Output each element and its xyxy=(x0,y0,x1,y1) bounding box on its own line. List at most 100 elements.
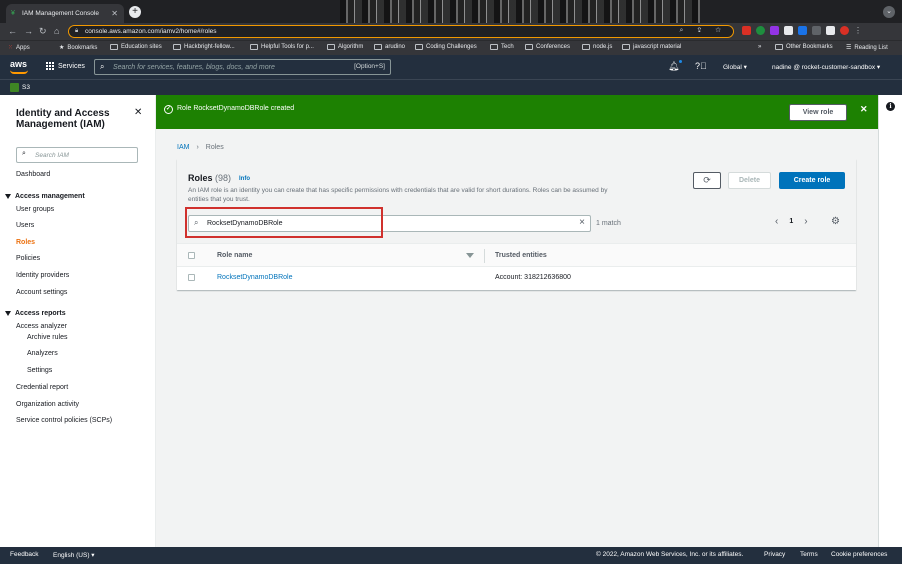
privacy-link[interactable]: Privacy xyxy=(764,551,785,558)
region-selector[interactable]: Global ▾ xyxy=(723,63,747,71)
profile-avatar[interactable] xyxy=(840,26,849,35)
create-role-button[interactable]: Create role xyxy=(779,172,845,189)
success-check-icon: ✓ xyxy=(164,105,173,114)
omnibox-actions-icon[interactable]: ⌕ ⇪ ☆ xyxy=(680,27,727,35)
sidebar-item-analyzers[interactable]: Analyzers xyxy=(27,350,58,357)
table-header: Role name Trusted entities xyxy=(177,243,856,267)
extensions-bar: ⋮ xyxy=(742,26,863,35)
puzzle-icon[interactable] xyxy=(826,26,835,35)
sidebar-item-scps[interactable]: Service control policies (SCPs) xyxy=(16,417,112,424)
bookmark-item[interactable]: Other Bookmarks xyxy=(775,44,833,50)
help-icon[interactable]: ?⃝ xyxy=(695,61,707,71)
iam-sidebar: Identity and Access Management (IAM) ✕ ⌕… xyxy=(0,95,156,547)
aws-footer: Feedback English (US) ▾ © 2022, Amazon W… xyxy=(0,547,902,564)
folder-icon xyxy=(173,44,181,50)
row-checkbox[interactable] xyxy=(188,274,195,281)
sidebar-item-users[interactable]: Users xyxy=(16,222,34,229)
sidebar-item-policies[interactable]: Policies xyxy=(16,255,40,262)
home-icon[interactable]: ⌂ xyxy=(54,26,59,36)
folder-icon xyxy=(374,44,382,50)
aws-logo[interactable]: aws xyxy=(10,59,28,74)
column-role-name[interactable]: Role name xyxy=(217,252,252,259)
sidebar-item-identity-providers[interactable]: Identity providers xyxy=(16,272,69,279)
extension-icon[interactable] xyxy=(770,26,779,35)
browser-tab-iam[interactable]: ¥ IAM Management Console ✕ xyxy=(6,4,124,23)
info-icon[interactable]: i xyxy=(886,102,895,111)
sidebar-search-input[interactable]: ⌕ Search IAM xyxy=(16,147,138,163)
address-bar[interactable]: 🔒︎ console.aws.amazon.com/iamv2/home#/ro… xyxy=(68,25,734,38)
close-icon[interactable]: ✕ xyxy=(134,107,142,118)
sidebar-item-settings[interactable]: Settings xyxy=(27,367,52,374)
url-text: console.aws.amazon.com/iamv2/home#/roles xyxy=(85,28,217,35)
info-link[interactable]: Info xyxy=(239,176,250,182)
tab-search-icon[interactable]: ⌄ xyxy=(883,6,895,18)
bookmark-item[interactable]: Algorithm xyxy=(327,44,363,50)
back-icon[interactable]: ← xyxy=(8,26,17,36)
search-icon: ⌕ xyxy=(100,62,105,71)
select-all-checkbox[interactable] xyxy=(188,252,195,259)
services-menu[interactable]: Services xyxy=(46,62,85,70)
terms-link[interactable]: Terms xyxy=(800,551,818,558)
chevron-right-icon[interactable]: › xyxy=(804,216,807,227)
folder-icon xyxy=(525,44,533,50)
role-name-link[interactable]: RocksetDynamoDBRole xyxy=(217,274,292,281)
bookmark-item[interactable]: Conferences xyxy=(525,44,570,50)
flash-message: Role RocksetDynamoDBRole created xyxy=(177,105,295,112)
dismiss-icon[interactable]: ✕ xyxy=(860,104,868,115)
bookmark-item[interactable]: javascript material xyxy=(622,44,681,50)
extension-icon[interactable] xyxy=(784,26,793,35)
more-bookmarks-icon[interactable]: » xyxy=(758,44,761,50)
sidebar-item-dashboard[interactable]: Dashboard xyxy=(16,171,50,178)
gear-icon[interactable]: ⚙ xyxy=(831,216,840,227)
breadcrumb-iam[interactable]: IAM xyxy=(177,144,189,151)
extension-icon[interactable] xyxy=(742,26,751,35)
sidebar-item-account-settings[interactable]: Account settings xyxy=(16,289,67,296)
bookmark-item[interactable]: ⁙ Apps xyxy=(8,44,30,52)
bell-icon[interactable]: 🔔︎ xyxy=(668,61,679,72)
favorite-s3[interactable]: S3 xyxy=(10,83,30,92)
bookmark-item[interactable]: Helpful Tools for p... xyxy=(250,44,314,50)
reload-icon[interactable]: ↻ xyxy=(39,26,47,37)
extension-icon[interactable] xyxy=(756,26,765,35)
bookmark-item[interactable]: Education sites xyxy=(110,44,162,50)
bookmark-item[interactable]: Coding Challenges xyxy=(415,44,477,50)
page-number[interactable]: 1 xyxy=(789,218,793,225)
cookie-preferences-link[interactable]: Cookie preferences xyxy=(831,551,887,558)
account-menu[interactable]: nadine @ rocket-customer-sandbox ▾ xyxy=(772,63,880,71)
table-row: RocksetDynamoDBRole Account: 31821263680… xyxy=(177,267,856,290)
chevron-left-icon[interactable]: ‹ xyxy=(775,216,778,227)
sidebar-section-access-management[interactable]: Access management xyxy=(5,193,85,200)
clear-icon[interactable]: × xyxy=(579,217,585,228)
sidebar-item-access-analyzer[interactable]: Access analyzer xyxy=(16,323,67,330)
bookmark-item[interactable]: ★ Bookmarks xyxy=(59,44,97,52)
sidebar-item-archive-rules[interactable]: Archive rules xyxy=(27,334,67,341)
column-trusted-entities[interactable]: Trusted entities xyxy=(495,252,547,259)
s3-icon xyxy=(10,83,19,92)
tab-close-icon[interactable]: ✕ xyxy=(111,9,118,18)
sidebar-title: Identity and Access Management (IAM) xyxy=(16,108,110,130)
success-flashbar: ✓ Role RocksetDynamoDBRole created View … xyxy=(156,95,878,129)
sidebar-item-credential-report[interactable]: Credential report xyxy=(16,384,68,391)
forward-icon[interactable]: → xyxy=(24,26,33,36)
bookmark-item[interactable]: node.js xyxy=(582,44,612,50)
copyright-text: © 2022, Amazon Web Services, Inc. or its… xyxy=(596,551,744,558)
language-selector[interactable]: English (US) ▾ xyxy=(53,551,95,559)
extension-icon[interactable] xyxy=(798,26,807,35)
bookmark-item[interactable]: arudino xyxy=(374,44,405,50)
refresh-button[interactable]: ⟳ xyxy=(693,172,721,189)
delete-button[interactable]: Delete xyxy=(728,172,771,189)
menu-dots-icon[interactable]: ⋮ xyxy=(854,26,863,35)
sidebar-item-user-groups[interactable]: User groups xyxy=(16,206,54,213)
aws-search-input[interactable]: ⌕ Search for services, features, blogs, … xyxy=(94,59,391,75)
sort-caret-icon[interactable] xyxy=(466,253,474,258)
bookmark-item[interactable]: Tech xyxy=(490,44,514,50)
sidebar-item-organization-activity[interactable]: Organization activity xyxy=(16,401,79,408)
bookmark-item[interactable]: Hackbright-fellow... xyxy=(173,44,235,50)
sidebar-section-access-reports[interactable]: Access reports xyxy=(5,310,66,317)
sidebar-item-roles[interactable]: Roles xyxy=(16,239,35,246)
extension-icon[interactable] xyxy=(812,26,821,35)
new-tab-icon[interactable]: + xyxy=(129,6,141,18)
view-role-button[interactable]: View role xyxy=(789,104,847,121)
feedback-link[interactable]: Feedback xyxy=(10,551,39,558)
bookmark-item[interactable]: ☰ Reading List xyxy=(846,44,888,52)
